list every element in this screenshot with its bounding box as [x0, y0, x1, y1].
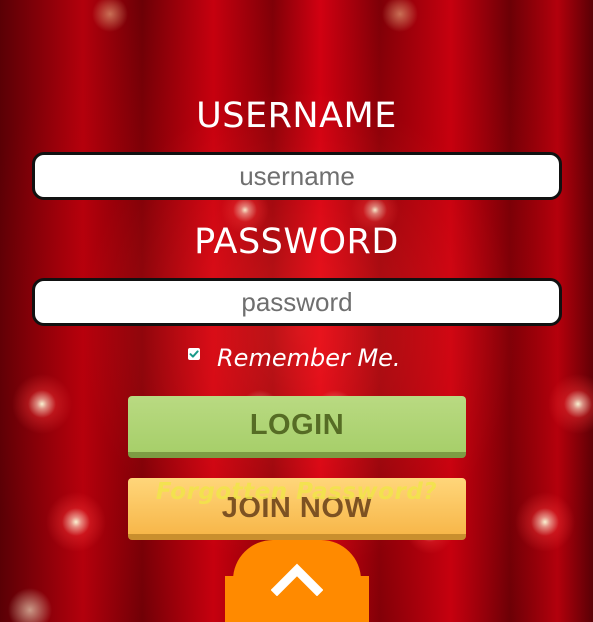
forgot-password-link[interactable]: Forgotten Password?	[0, 479, 593, 505]
remember-me-label[interactable]: Remember Me.	[217, 344, 401, 372]
checkmark-icon	[189, 350, 199, 358]
chevron-up-icon	[271, 563, 323, 596]
scroll-to-top-button[interactable]	[225, 540, 369, 622]
username-input[interactable]	[32, 152, 562, 200]
username-label: USERNAME	[196, 96, 397, 136]
remember-me-row: Remember Me.	[188, 342, 401, 374]
remember-me-checkbox[interactable]	[188, 348, 200, 360]
password-label: PASSWORD	[194, 222, 399, 262]
login-button[interactable]: LOGIN	[128, 396, 466, 458]
password-input[interactable]	[32, 278, 562, 326]
